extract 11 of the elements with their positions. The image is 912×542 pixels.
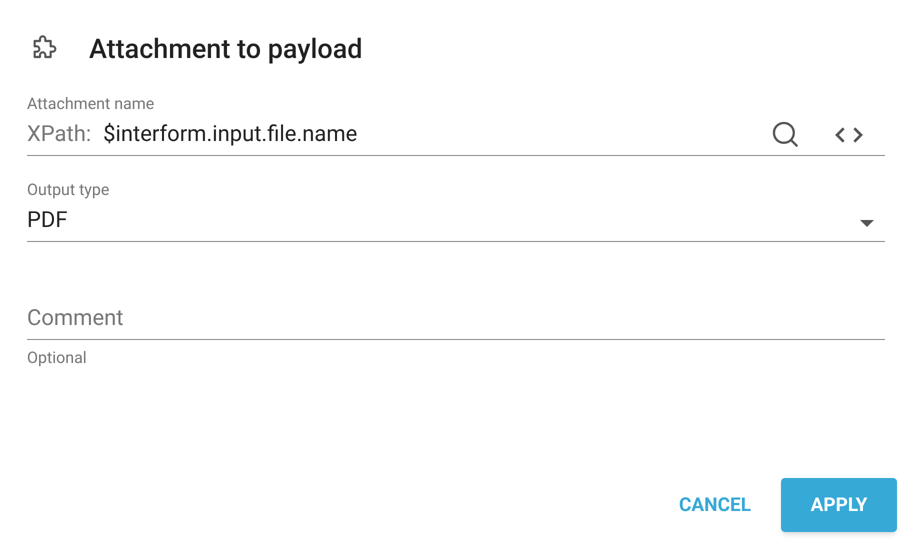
field-value: PDF — [27, 207, 68, 235]
xpath-prefix: XPath: — [27, 121, 92, 149]
output-type-dropdown[interactable]: PDF — [27, 200, 885, 242]
field-label: Attachment name — [27, 94, 156, 114]
dialog-title: Attachment to payload — [89, 32, 362, 67]
field-value: $interform.input.file.name — [103, 121, 358, 149]
helper-text: Optional — [27, 347, 88, 369]
field-label: Output type — [27, 180, 110, 200]
comment-field[interactable]: Comment — [27, 298, 885, 340]
dropdown-arrow-icon — [860, 220, 874, 228]
xpath-field[interactable]: XPath: $interform.input.file.name — [27, 114, 885, 156]
